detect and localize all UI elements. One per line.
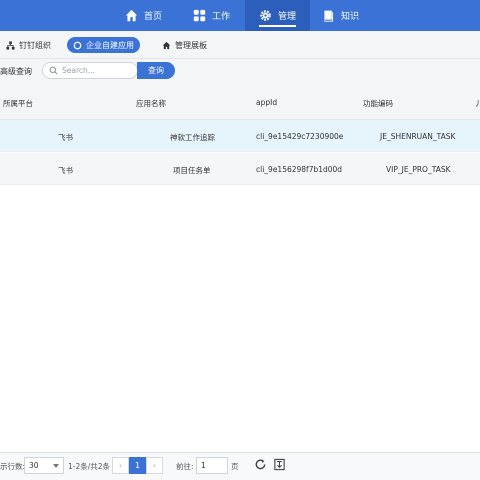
pagination-bar: 示行数: 30 1-2条/共2条 ‹ 1 › 前往: 1 页 <box>0 452 480 480</box>
search-bar: 高级查询 查询 <box>0 59 480 85</box>
table-row[interactable]: 飞书 神软工作追踪 cli_9e15429c7230900e JE_SHENRU… <box>0 120 480 152</box>
advanced-query-label[interactable]: 高级查询 <box>0 66 32 77</box>
goto-page-value: 1 <box>201 461 206 470</box>
rows-per-page-label: 示行数: <box>0 462 26 471</box>
table-header: 所属平台 应用名称 appId 功能编码 丿 <box>0 85 480 120</box>
nav-item-manage[interactable]: 管理 <box>245 0 311 31</box>
col-header-platform[interactable]: 所属平台 <box>3 98 33 109</box>
refresh-icon[interactable] <box>254 458 267 471</box>
cell-app-name: 神软工作追踪 <box>170 133 215 142</box>
goto-label: 前往: <box>176 462 194 471</box>
tab-enterprise-apps[interactable]: 企业自建应用 <box>67 37 140 53</box>
cell-appid: cli_9e156298f7b1d00d <box>256 165 343 174</box>
col-header-extra[interactable]: 丿 <box>474 98 480 109</box>
nav-label-manage: 管理 <box>278 12 297 22</box>
cell-app-name: 项目任务单 <box>173 166 211 175</box>
circle-icon <box>73 41 82 49</box>
search-field[interactable] <box>42 62 138 79</box>
search-button[interactable]: 查询 <box>137 62 175 79</box>
next-page-button[interactable]: › <box>146 457 163 474</box>
page-size-value: 30 <box>29 461 39 470</box>
page-button-current[interactable]: 1 <box>129 457 146 474</box>
col-header-function-code[interactable]: 功能编码 <box>363 98 393 109</box>
cell-platform: 飞书 <box>58 166 73 175</box>
caret-down-icon <box>53 464 59 468</box>
search-icon <box>49 66 58 75</box>
tab-label: 管理展板 <box>175 40 207 50</box>
cell-function-code: VIP_JE_PRO_TASK <box>386 165 451 174</box>
tab-dingtalk-org[interactable]: 钉钉组织 <box>0 37 57 53</box>
record-range-text: 1-2条/共2条 <box>68 462 111 471</box>
page-size-select[interactable]: 30 <box>24 457 64 474</box>
org-icon <box>6 40 15 50</box>
tab-dashboard[interactable]: 管理展板 <box>156 37 213 53</box>
top-nav: 首页 工作 管理 知识 <box>0 0 480 31</box>
tab-label: 钉钉组织 <box>19 40 51 50</box>
nav-item-work[interactable]: 工作 <box>193 0 230 31</box>
nav-label-knowledge: 知识 <box>341 12 360 22</box>
col-header-app-name[interactable]: 应用名称 <box>136 98 166 109</box>
house-icon <box>162 41 171 49</box>
tab-label: 企业自建应用 <box>86 40 134 50</box>
nav-label-home: 首页 <box>144 12 163 22</box>
sub-tabs: 钉钉组织 企业自建应用 管理展板 <box>0 31 480 59</box>
cell-function-code: JE_SHENRUAN_TASK <box>380 132 456 141</box>
col-header-appid[interactable]: appId <box>256 98 277 107</box>
cell-platform: 飞书 <box>58 133 73 142</box>
nav-item-knowledge[interactable]: 知识 <box>322 0 359 31</box>
page-unit-label: 页 <box>231 462 239 471</box>
grid-icon <box>193 9 206 22</box>
export-icon[interactable] <box>273 458 286 471</box>
home-icon <box>125 9 138 22</box>
nav-label-work: 工作 <box>212 12 231 22</box>
table-row[interactable]: 飞书 项目任务单 cli_9e156298f7b1d00d VIP_JE_PRO… <box>0 153 480 185</box>
book-icon <box>323 10 334 22</box>
goto-page-input[interactable]: 1 <box>196 457 228 474</box>
gear-icon <box>260 10 271 21</box>
nav-item-home[interactable]: 首页 <box>125 0 162 31</box>
cell-appid: cli_9e15429c7230900e <box>256 132 344 141</box>
prev-page-button[interactable]: ‹ <box>112 457 129 474</box>
search-input[interactable] <box>62 66 136 75</box>
